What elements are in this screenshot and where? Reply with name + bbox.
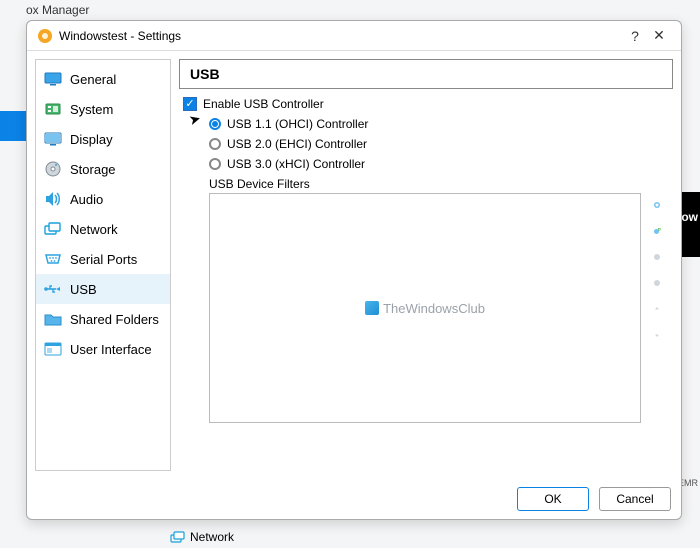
enable-usb-checkbox[interactable]: ✓: [183, 97, 197, 111]
filters-label: USB Device Filters: [209, 177, 669, 191]
sidebar-item-storage[interactable]: Storage: [36, 154, 170, 184]
cursor-icon: ➤: [187, 110, 203, 129]
general-icon: [44, 70, 62, 88]
enable-usb-row[interactable]: ✓ Enable USB Controller ➤: [183, 97, 669, 111]
edit-filter-button[interactable]: [647, 247, 667, 267]
serial-ports-icon: [44, 250, 62, 268]
system-icon: [44, 100, 62, 118]
radio-icon[interactable]: [209, 158, 221, 170]
sidebar-item-label: Storage: [70, 162, 116, 177]
dialog-footer: OK Cancel: [27, 479, 681, 519]
watermark-text: TheWindowsClub: [383, 301, 485, 316]
sidebar-item-display[interactable]: Display: [36, 124, 170, 154]
sidebar-item-serial-ports[interactable]: Serial Ports: [36, 244, 170, 274]
titlebar: Windowstest - Settings ? ✕: [27, 21, 681, 51]
ui-icon: [44, 340, 62, 358]
sidebar-item-label: System: [70, 102, 113, 117]
watermark-icon: [365, 301, 379, 315]
ok-button[interactable]: OK: [517, 487, 589, 511]
dialog-title: Windowstest - Settings: [59, 29, 623, 43]
usb-icon: [44, 280, 62, 298]
watermark: TheWindowsClub: [365, 301, 485, 316]
settings-dialog: Windowstest - Settings ? ✕ General Syste…: [26, 20, 682, 520]
background-selection-strip: [0, 111, 26, 141]
folder-icon: [44, 310, 62, 328]
move-filter-up-button[interactable]: [647, 299, 667, 319]
remove-filter-button[interactable]: [647, 273, 667, 293]
background-network-label: Network: [190, 530, 234, 544]
sidebar-item-audio[interactable]: Audio: [36, 184, 170, 214]
usb-3-0-label: USB 3.0 (xHCI) Controller: [227, 157, 365, 171]
background-preview-text: ow: [681, 210, 698, 224]
close-button[interactable]: ✕: [647, 27, 671, 44]
sidebar-item-label: Network: [70, 222, 118, 237]
add-filter-from-device-button[interactable]: [647, 221, 667, 241]
usb-filters-list[interactable]: TheWindowsClub: [209, 193, 641, 423]
background-preview-strip: [680, 192, 700, 257]
audio-icon: [44, 190, 62, 208]
sidebar-item-label: Display: [70, 132, 113, 147]
storage-icon: [44, 160, 62, 178]
parent-window-title: ox Manager: [26, 3, 89, 17]
panel-title: USB: [179, 59, 673, 89]
cancel-button[interactable]: Cancel: [599, 487, 671, 511]
move-filter-down-button[interactable]: [647, 325, 667, 345]
usb-1-1-radio-row[interactable]: USB 1.1 (OHCI) Controller: [209, 117, 669, 131]
display-icon: [44, 130, 62, 148]
settings-sidebar: General System Display Storage: [35, 59, 171, 471]
settings-panel: USB ✓ Enable USB Controller ➤ USB 1.1 (O…: [179, 59, 673, 471]
enable-usb-label: Enable USB Controller: [203, 97, 324, 111]
sidebar-item-usb[interactable]: USB: [36, 274, 170, 304]
sidebar-item-label: General: [70, 72, 116, 87]
sidebar-item-system[interactable]: System: [36, 94, 170, 124]
sidebar-item-label: User Interface: [70, 342, 152, 357]
usb-2-0-label: USB 2.0 (EHCI) Controller: [227, 137, 367, 151]
usb-2-0-radio-row[interactable]: USB 2.0 (EHCI) Controller: [209, 137, 669, 151]
sidebar-item-shared-folders[interactable]: Shared Folders: [36, 304, 170, 334]
background-network-section: Network: [170, 530, 234, 544]
radio-icon[interactable]: [209, 138, 221, 150]
sidebar-item-label: Serial Ports: [70, 252, 137, 267]
sidebar-item-label: Shared Folders: [70, 312, 159, 327]
network-icon: [170, 531, 186, 544]
radio-selected-icon[interactable]: [209, 118, 221, 130]
help-button[interactable]: ?: [623, 28, 647, 44]
app-icon: [37, 28, 53, 44]
network-icon: [44, 220, 62, 238]
usb-1-1-label: USB 1.1 (OHCI) Controller: [227, 117, 368, 131]
sidebar-item-network[interactable]: Network: [36, 214, 170, 244]
sidebar-item-general[interactable]: General: [36, 64, 170, 94]
sidebar-item-user-interface[interactable]: User Interface: [36, 334, 170, 364]
sidebar-item-label: USB: [70, 282, 97, 297]
add-empty-filter-button[interactable]: [647, 195, 667, 215]
usb-3-0-radio-row[interactable]: USB 3.0 (xHCI) Controller: [209, 157, 669, 171]
sidebar-item-label: Audio: [70, 192, 103, 207]
filter-toolbar: [647, 193, 669, 423]
